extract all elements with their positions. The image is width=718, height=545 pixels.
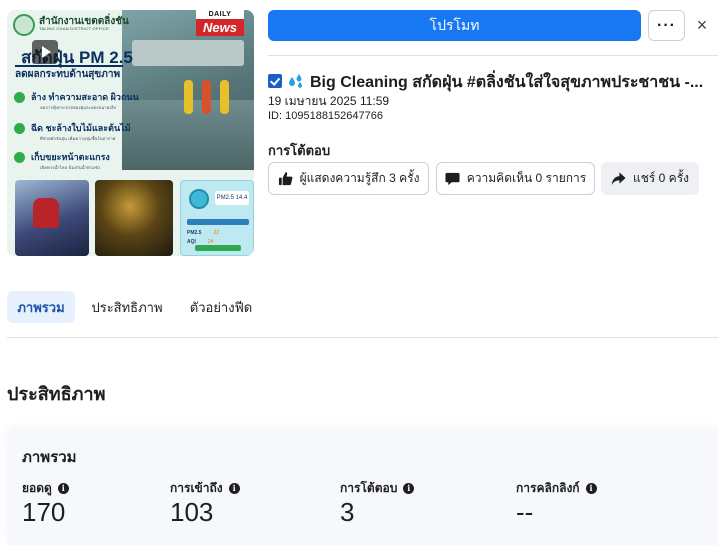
comment-icon [445,172,460,186]
post-thumbnail[interactable]: สำนักงานเขตตลิ่งชัน TALING CHAN DISTRICT… [7,10,254,256]
bullet-dot-icon [14,123,25,135]
metric-value-interactions: 3 [340,497,355,527]
post-id: ID: 1095188152647766 [268,110,383,122]
bullet-item: ฉีด ชะล้างใบไม้และต้นไม้ ที่ช่วยดักจับฝุ… [14,121,131,142]
info-icon[interactable]: i [403,483,415,494]
tab-overview[interactable]: ภาพรวม [7,291,75,323]
comments-button[interactable]: ความคิดเห็น 0 รายการ [436,162,595,195]
metric-label-interactions: การโต้ตอบ i [340,479,415,498]
daily-news-badge: DAILY News [196,10,244,40]
bullet-item: เก็บขยะหน้าตะแกรง เปิดทางน้ำไหล ป้องกันน… [14,150,110,171]
badge-label: News [196,19,244,36]
metric-label-views: ยอดดู i [22,479,69,498]
water-drops-icon [289,74,302,88]
video-play-icon[interactable] [32,40,58,64]
info-icon[interactable]: i [228,483,240,494]
aqi-row: PM2.5 22 [187,230,220,236]
metric-label-link-clicks: การคลิกลิงก์ i [516,479,597,498]
thumbnail-subheadline: ลดผลกระทบด้านสุขภาพ [15,69,121,80]
district-seal-icon [13,14,35,36]
thumbs-up-icon [278,172,292,186]
shares-button[interactable]: แชร์ 0 ครั้ง [601,162,699,195]
info-icon[interactable]: i [57,483,69,494]
metric-value-views: 170 [22,497,66,527]
volunteers-photo [15,180,89,256]
interactions-heading: การโต้ตอบ [268,143,331,158]
bullet-dot-icon [14,152,25,164]
tab-feed-preview[interactable]: ตัวอย่างฟีด [185,291,257,323]
aqi-panel: PM2.5 14.4 PM2.5 22 AQI 24 [180,180,254,256]
metric-label-reach: การเข้าถึง i [170,479,240,498]
aqi-gauge-icon [189,189,209,209]
office-subtitle: TALING CHAN DISTRICT OFFICE [39,26,109,31]
share-arrow-icon [611,172,626,186]
metric-value-reach: 103 [170,497,214,527]
metric-value-link-clicks: -- [516,497,534,527]
close-button[interactable]: × [692,15,712,35]
night-spray-photo [95,180,173,256]
card-title: ภาพรวม [22,449,77,466]
promote-button[interactable]: โปรโมท [268,10,641,41]
tab-performance[interactable]: ประสิทธิภาพ [87,291,167,323]
reactions-button[interactable]: ผู้แสดงความรู้สึก 3 ครั้ง [268,162,429,195]
more-options-button[interactable]: ··· [648,10,685,41]
bullet-dot-icon [14,92,25,104]
divider [7,337,718,338]
check-box-icon [268,74,282,88]
divider [268,55,718,56]
pm-value: PM2.5 14.4 [215,191,249,205]
info-icon[interactable]: i [585,483,597,494]
post-date: 19 เมษายน 2025 11:59 [268,94,390,108]
badge-top: DAILY [196,10,244,19]
bullet-item: ล้าง ทำความสะอาด ผิวถนน ลดการฟุ้งกระจายข… [14,90,139,111]
section-title: ประสิทธิภาพ [7,384,106,404]
